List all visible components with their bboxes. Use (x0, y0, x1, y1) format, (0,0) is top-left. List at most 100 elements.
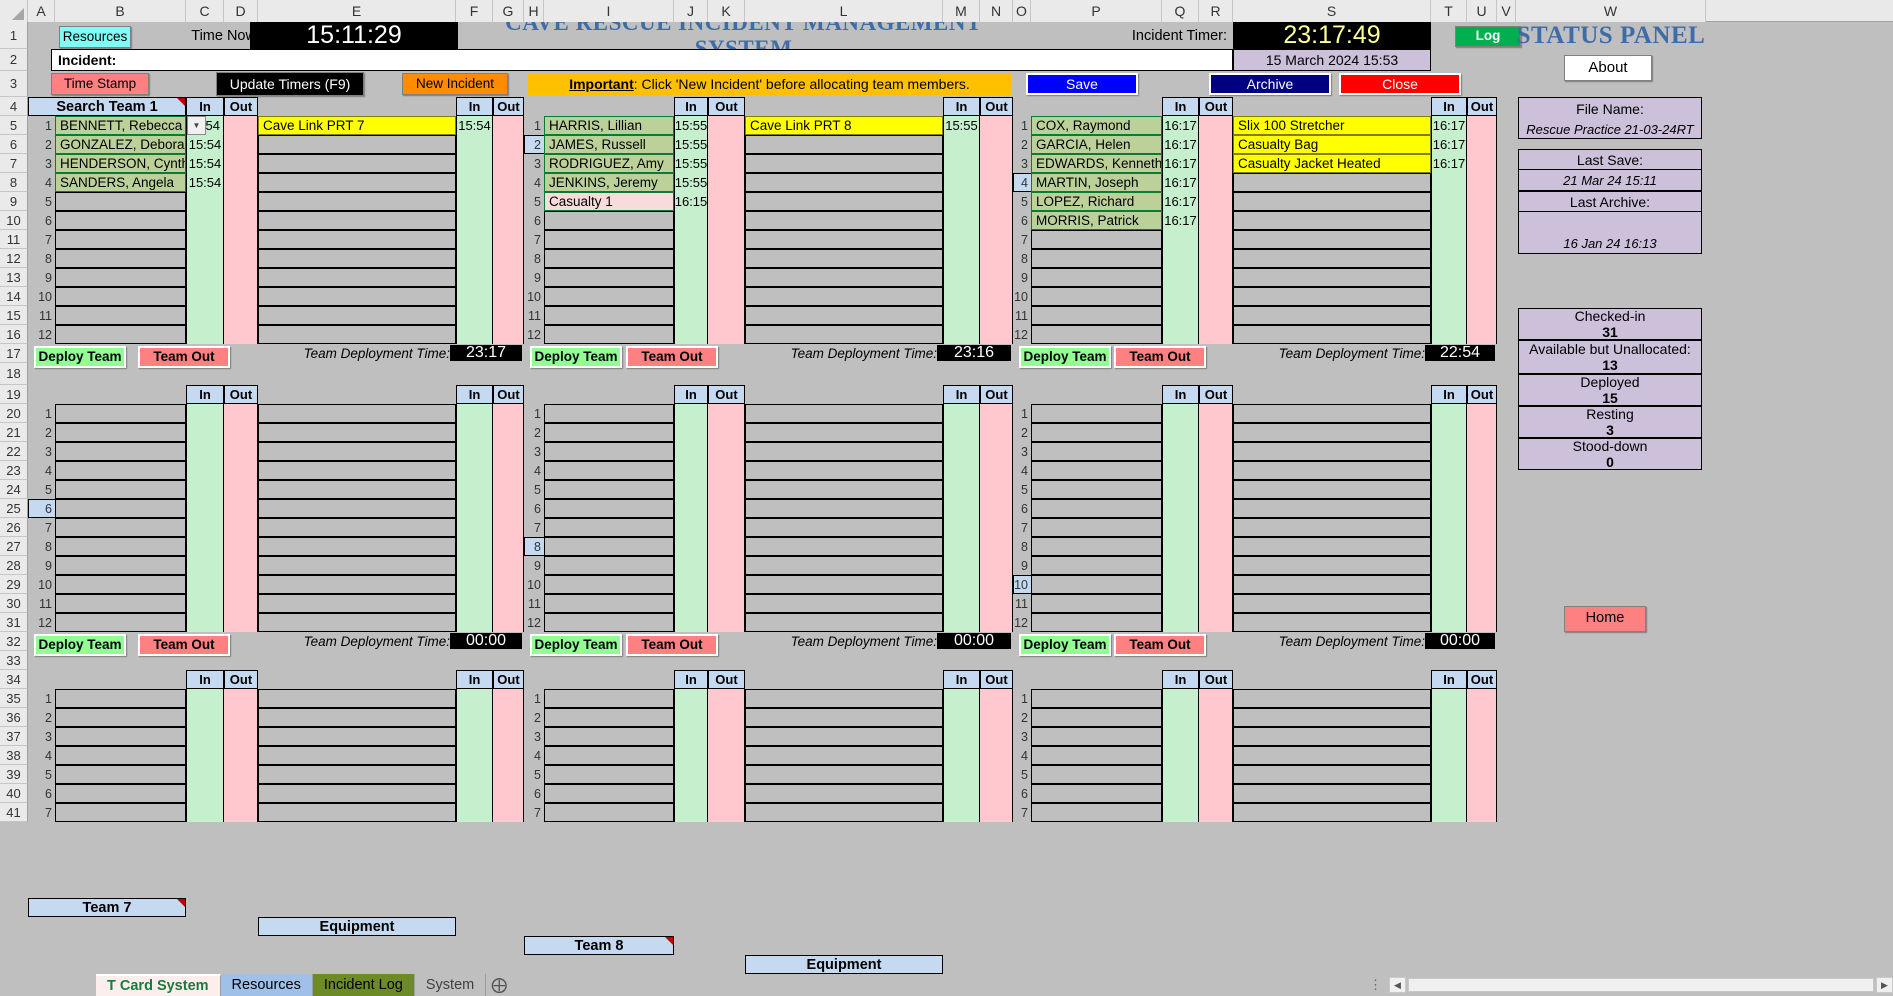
equipment-in-time[interactable] (456, 613, 493, 632)
member-in-time[interactable]: 54 ▼ (186, 116, 224, 135)
equipment-in-time[interactable] (1431, 556, 1467, 575)
equipment-name-cell[interactable] (745, 575, 943, 594)
equipment-name-cell[interactable] (258, 499, 456, 518)
equipment-in-time[interactable] (1431, 306, 1467, 325)
equipment-name-cell[interactable] (258, 518, 456, 537)
equipment-in-time[interactable] (943, 423, 980, 442)
row-header-27[interactable]: 27 (0, 537, 28, 556)
member-in-time[interactable] (1162, 249, 1199, 268)
equipment-in-time[interactable] (943, 518, 980, 537)
member-in-time[interactable] (1162, 689, 1199, 708)
member-out-time[interactable] (708, 708, 745, 727)
member-out-time[interactable] (708, 499, 745, 518)
archive-button[interactable]: Archive (1209, 73, 1331, 95)
member-name-cell[interactable] (55, 594, 186, 613)
equipment-in-time[interactable] (456, 192, 493, 211)
member-out-time[interactable] (708, 423, 745, 442)
equipment-in-time[interactable] (1431, 192, 1467, 211)
column-header-a[interactable]: A (28, 0, 55, 22)
equipment-out-time[interactable] (493, 575, 524, 594)
member-out-time[interactable] (708, 230, 745, 249)
equipment-out-time[interactable] (980, 746, 1013, 765)
equipment-in-time[interactable] (943, 746, 980, 765)
equipment-out-time[interactable] (493, 784, 524, 803)
about-button[interactable]: About (1564, 55, 1652, 81)
equipment-name-cell[interactable] (745, 154, 943, 173)
equipment-name-cell[interactable] (745, 173, 943, 192)
member-name-cell[interactable] (544, 325, 674, 344)
member-in-time[interactable] (1162, 404, 1199, 423)
column-header-u[interactable]: U (1467, 0, 1497, 22)
member-out-time[interactable] (224, 211, 258, 230)
equipment-in-time[interactable] (456, 173, 493, 192)
equipment-in-time[interactable] (943, 537, 980, 556)
member-out-time[interactable] (708, 154, 745, 173)
team-out-button-2[interactable]: Team Out (626, 346, 718, 368)
member-in-time[interactable] (1162, 575, 1199, 594)
equipment-in-time[interactable] (943, 708, 980, 727)
equipment-name-cell[interactable] (745, 423, 943, 442)
equipment-name-cell[interactable] (1233, 325, 1431, 344)
member-name-cell[interactable]: HARRIS, Lillian (544, 116, 674, 135)
equipment-out-time[interactable] (1467, 803, 1497, 822)
member-name-cell[interactable] (55, 480, 186, 499)
member-in-time[interactable] (674, 537, 708, 556)
member-out-time[interactable] (1199, 499, 1233, 518)
equipment-in-time[interactable] (943, 613, 980, 632)
member-out-time[interactable] (224, 803, 258, 822)
equipment-out-time[interactable] (980, 765, 1013, 784)
equipment-name-cell[interactable] (258, 154, 456, 173)
column-header-j[interactable]: J (674, 0, 708, 22)
member-out-time[interactable] (224, 154, 258, 173)
equipment-name-cell[interactable] (1233, 708, 1431, 727)
equipment-in-time[interactable] (943, 480, 980, 499)
row-header-41[interactable]: 41 (0, 803, 28, 822)
equipment-name-cell[interactable] (258, 404, 456, 423)
member-name-cell[interactable] (1031, 689, 1162, 708)
member-in-time[interactable] (186, 746, 224, 765)
equipment-in-time[interactable] (456, 461, 493, 480)
member-out-time[interactable] (1199, 575, 1233, 594)
equipment-name-cell[interactable] (1233, 442, 1431, 461)
worksheet-grid[interactable]: Resources Time Now: 15:11:29 CAVE RESCUE IN… (28, 22, 1893, 974)
equipment-out-time[interactable] (493, 404, 524, 423)
equipment-out-time[interactable] (980, 575, 1013, 594)
equipment-out-time[interactable] (493, 708, 524, 727)
member-in-time[interactable] (186, 556, 224, 575)
equipment-out-time[interactable] (980, 613, 1013, 632)
equipment-in-time[interactable] (1431, 613, 1467, 632)
equipment-name-cell[interactable] (258, 306, 456, 325)
member-out-time[interactable] (224, 173, 258, 192)
member-out-time[interactable] (224, 784, 258, 803)
equipment-name-cell[interactable]: Cave Link PRT 7 (258, 116, 456, 135)
member-out-time[interactable] (708, 765, 745, 784)
row-header-22[interactable]: 22 (0, 442, 28, 461)
equipment-out-time[interactable] (980, 249, 1013, 268)
member-out-time[interactable] (224, 575, 258, 594)
close-button[interactable]: Close (1339, 73, 1461, 95)
equipment-out-time[interactable] (493, 727, 524, 746)
deploy-team-button-1[interactable]: Deploy Team (34, 346, 126, 368)
member-out-time[interactable] (224, 480, 258, 499)
equipment-in-time[interactable] (456, 537, 493, 556)
equipment-name-cell[interactable] (258, 325, 456, 344)
member-name-cell[interactable] (544, 803, 674, 822)
member-in-time[interactable] (674, 423, 708, 442)
member-in-time[interactable] (186, 404, 224, 423)
equipment-out-time[interactable] (1467, 442, 1497, 461)
member-in-time[interactable] (186, 689, 224, 708)
member-out-time[interactable] (1199, 230, 1233, 249)
member-in-time[interactable]: 15:55 (674, 135, 708, 154)
sheet-tab-t-card-system[interactable]: T Card System (96, 974, 221, 996)
equipment-name-cell[interactable] (745, 594, 943, 613)
equipment-out-time[interactable] (980, 556, 1013, 575)
equipment-name-cell[interactable] (1233, 230, 1431, 249)
equipment-in-time[interactable] (1431, 230, 1467, 249)
equipment-out-time[interactable] (493, 746, 524, 765)
member-name-cell[interactable] (1031, 480, 1162, 499)
member-in-time[interactable]: 16:17 (1162, 135, 1199, 154)
member-name-cell[interactable] (55, 613, 186, 632)
equipment-name-cell[interactable]: Slix 100 Stretcher (1233, 116, 1431, 135)
member-in-time[interactable] (674, 404, 708, 423)
member-name-cell[interactable] (55, 746, 186, 765)
